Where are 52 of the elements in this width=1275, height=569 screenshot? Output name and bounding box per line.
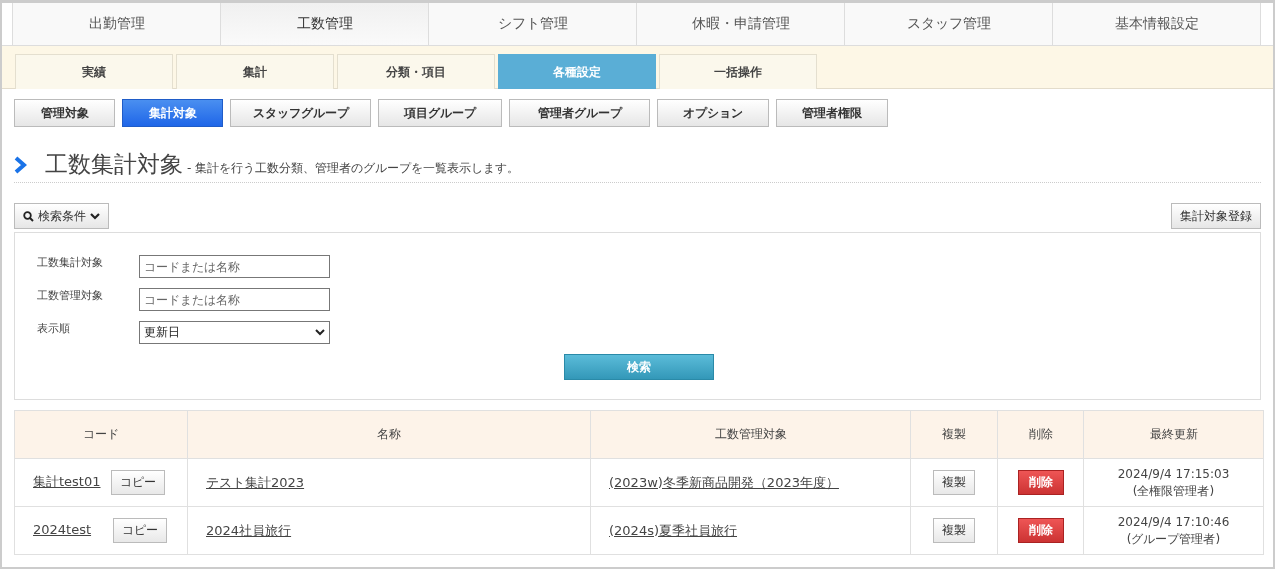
target-link[interactable]: (2024s)夏季社員旅行 <box>609 522 737 538</box>
settings-button[interactable]: スタッフグループ <box>230 99 371 127</box>
duplicate-button[interactable]: 複製 <box>933 518 975 543</box>
settings-button[interactable]: 項目グループ <box>378 99 502 127</box>
updated-time: 2024/9/4 17:15:03 <box>1116 465 1231 483</box>
main-tab[interactable]: 基本情報設定 <box>1052 3 1261 45</box>
copy-button[interactable]: コピー <box>113 518 168 543</box>
column-header: 工数管理対象 <box>590 410 911 459</box>
page-description: - 集計を行う工数分類、管理者のグループを一覧表示します。 <box>187 160 520 177</box>
name-link[interactable]: 2024社員旅行 <box>206 522 292 538</box>
settings-button[interactable]: オプション <box>657 99 769 127</box>
sub-tab[interactable]: 実績 <box>15 54 173 89</box>
chevron-icon <box>90 212 100 220</box>
delete-button[interactable]: 削除 <box>1017 518 1064 543</box>
copy-button[interactable]: コピー <box>110 470 165 495</box>
sub-tab[interactable]: 一括操作 <box>659 54 817 89</box>
column-header: 最終更新 <box>1083 410 1264 459</box>
main-tab[interactable]: 休暇・申請管理 <box>636 3 844 45</box>
main-tab[interactable]: シフト管理 <box>428 3 636 45</box>
code-link[interactable]: 集計test01 <box>33 474 101 489</box>
duplicate-button[interactable]: 複製 <box>933 470 975 495</box>
field-label: 表示順 <box>37 321 71 336</box>
code-link[interactable]: 2024test <box>33 522 92 537</box>
column-header: コード <box>14 410 188 459</box>
name-link[interactable]: テスト集計2023 <box>206 474 305 490</box>
main-tab[interactable]: スタッフ管理 <box>844 3 1052 45</box>
settings-button[interactable]: 管理者権限 <box>776 99 888 127</box>
settings-button[interactable]: 集計対象 <box>122 99 223 127</box>
register-button[interactable]: 集計対象登録 <box>1171 203 1261 229</box>
chevron-right-icon <box>14 156 27 174</box>
sort-select[interactable]: 更新日 <box>139 321 330 344</box>
updated-time: 2024/9/4 17:10:46 <box>1116 513 1231 531</box>
field-label: 工数集計対象 <box>37 255 104 270</box>
main-tab[interactable]: 出勤管理 <box>12 3 220 45</box>
sub-tab[interactable]: 集計 <box>176 54 334 89</box>
updated-by: (全権限管理者) <box>1131 482 1216 500</box>
column-header: 削除 <box>997 410 1084 459</box>
settings-button[interactable]: 管理対象 <box>14 99 115 127</box>
input-field[interactable]: コードまたは名称 <box>139 255 330 278</box>
chevron-icon <box>315 329 325 336</box>
sub-tab[interactable]: 分類・項目 <box>337 54 495 89</box>
main-tab[interactable]: 工数管理 <box>220 3 428 45</box>
field-label: 工数管理対象 <box>37 288 104 303</box>
settings-button[interactable]: 管理者グループ <box>509 99 650 127</box>
delete-button[interactable]: 削除 <box>1017 470 1064 495</box>
column-header: 複製 <box>910 410 998 459</box>
search-icon <box>23 210 34 222</box>
updated-by: (グループ管理者) <box>1125 530 1222 548</box>
input-field[interactable]: コードまたは名称 <box>139 288 330 311</box>
column-header: 名称 <box>187 410 591 459</box>
search-conditions-button[interactable]: 検索条件 <box>14 203 109 229</box>
page-title: 工数集計対象 <box>45 150 183 179</box>
